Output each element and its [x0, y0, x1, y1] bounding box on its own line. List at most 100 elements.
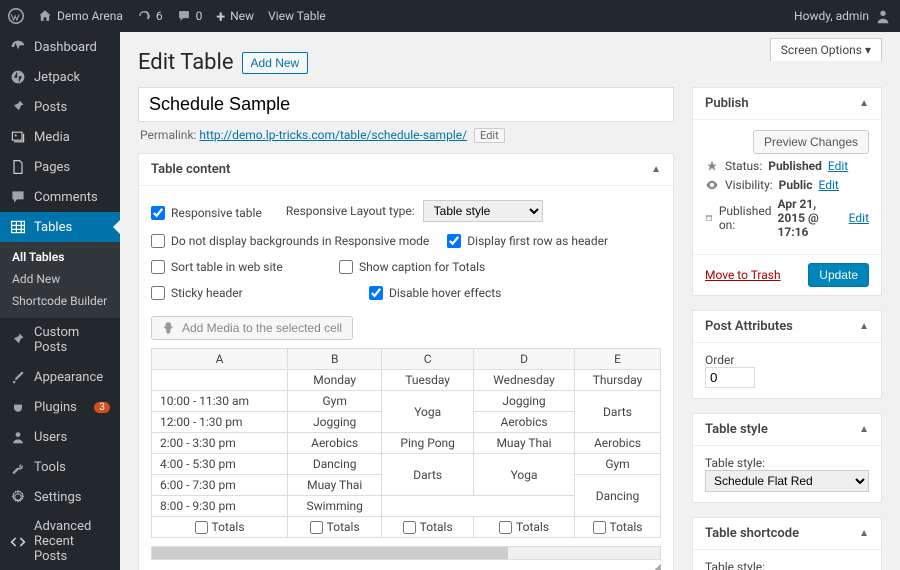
move-to-trash-link[interactable]: Move to Trash — [705, 268, 781, 282]
table-row[interactable]: 4:00 - 5:30 pmDancingDartsYogaGym — [152, 454, 661, 475]
table-style-select[interactable]: Schedule Flat Red — [705, 470, 869, 492]
view-table-link[interactable]: View Table — [268, 9, 326, 23]
sticky-header-checkbox[interactable]: Sticky header — [151, 286, 321, 300]
sidebar-item-dashboard[interactable]: Dashboard — [0, 32, 120, 62]
sidebar-item-tables[interactable]: Tables — [0, 212, 120, 242]
status-edit-link[interactable]: Edit — [828, 159, 848, 173]
plug-icon — [10, 399, 26, 415]
day-header[interactable] — [152, 370, 288, 391]
col-header[interactable]: A — [152, 349, 288, 370]
update-button[interactable]: Update — [808, 263, 869, 287]
col-header[interactable]: C — [382, 349, 474, 370]
published-row: Published on: Apr 21, 2015 @ 17:16 Edit — [705, 197, 869, 239]
sidebar-item-comments[interactable]: Comments — [0, 182, 120, 212]
sidebar-item-posts[interactable]: Posts — [0, 92, 120, 122]
no-bg-checkbox[interactable]: Do not display backgrounds in Responsive… — [151, 234, 429, 248]
horizontal-scrollbar[interactable] — [151, 546, 661, 560]
comments-link[interactable]: 0 — [177, 9, 203, 23]
totals-cell[interactable]: Totals — [474, 517, 575, 538]
permalink-url[interactable]: http://demo.lp-tricks.com/table/schedule… — [199, 128, 467, 142]
add-new-button[interactable]: Add New — [242, 52, 309, 74]
sidebar-item-settings[interactable]: Settings — [0, 482, 120, 512]
totals-cell[interactable]: Totals — [152, 517, 288, 538]
chevron-up-icon: ▲ — [651, 164, 661, 175]
totals-cell[interactable]: Totals — [575, 517, 661, 538]
sidebar-item-plugins[interactable]: Plugins3 — [0, 392, 120, 422]
responsive-table-checkbox[interactable]: Responsive table — [151, 206, 262, 220]
table-content-heading[interactable]: Table content▲ — [139, 154, 673, 186]
visibility-edit-link[interactable]: Edit — [818, 178, 838, 192]
submenu-all-tables[interactable]: All Tables — [0, 246, 120, 268]
layout-type-select[interactable]: Table style — [423, 200, 543, 222]
hover-effects-checkbox[interactable]: Disable hover effects — [369, 286, 539, 300]
sidebar-item-custom-posts[interactable]: Custom Posts — [0, 318, 120, 362]
screen-options-button[interactable]: Screen Options ▾ — [770, 38, 882, 61]
totals-cell[interactable]: Totals — [382, 517, 474, 538]
caption-totals-checkbox[interactable]: Show caption for Totals — [339, 260, 509, 274]
tables-icon — [10, 219, 26, 235]
col-header[interactable]: E — [575, 349, 661, 370]
brush-icon — [10, 369, 26, 385]
publish-box: Publish▲ Preview Changes Status: Publish… — [692, 87, 882, 296]
table-content-box: Table content▲ Responsive table Responsi… — [138, 153, 674, 570]
table-style-box: Table style▲ Table style: Schedule Flat … — [692, 413, 882, 503]
post-attributes-box: Post Attributes▲ Order — [692, 310, 882, 399]
table-row[interactable]: 2:00 - 3:30 pmAerobicsPing PongMuay Thai… — [152, 433, 661, 454]
table-row[interactable]: 10:00 - 11:30 amGymYogaJoggingDarts — [152, 391, 661, 412]
day-header[interactable]: Thursday — [575, 370, 661, 391]
order-input[interactable] — [705, 367, 755, 388]
data-table[interactable]: ABCDE MondayTuesdayWednesdayThursday10:00… — [151, 348, 661, 538]
day-header[interactable]: Monday — [288, 370, 382, 391]
resize-handle-icon[interactable]: ◢ — [151, 560, 661, 570]
wp-logo[interactable] — [8, 8, 24, 24]
table-style-heading[interactable]: Table style▲ — [693, 414, 881, 446]
user-icon — [10, 429, 26, 445]
layout-type-label: Responsive Layout type: — [286, 204, 415, 218]
calendar-icon — [705, 211, 713, 225]
page-icon — [10, 159, 26, 175]
pin-icon — [10, 99, 26, 115]
table-style-label: Table style: — [705, 456, 869, 470]
page-title: Edit Table — [138, 50, 234, 75]
pin-icon — [10, 332, 26, 348]
comment-icon — [10, 189, 26, 205]
wrench-icon — [10, 459, 26, 475]
order-label: Order — [705, 353, 869, 367]
updates-link[interactable]: 6 — [137, 9, 163, 23]
publish-heading[interactable]: Publish▲ — [693, 88, 881, 120]
sidebar-item-media[interactable]: Media — [0, 122, 120, 152]
pin-icon — [705, 159, 719, 173]
post-attributes-heading[interactable]: Post Attributes▲ — [693, 311, 881, 343]
permalink-edit-button[interactable]: Edit — [474, 128, 505, 143]
day-header[interactable]: Wednesday — [474, 370, 575, 391]
shortcode-heading[interactable]: Table shortcode▲ — [693, 518, 881, 550]
sort-table-checkbox[interactable]: Sort table in web site — [151, 260, 321, 274]
sidebar-item-users[interactable]: Users — [0, 422, 120, 452]
permalink-row: Permalink: http://demo.lp-tricks.com/tab… — [138, 122, 674, 153]
col-header[interactable]: B — [288, 349, 382, 370]
first-row-header-checkbox[interactable]: Display first row as header — [447, 234, 617, 248]
submenu-shortcode-builder[interactable]: Shortcode Builder — [0, 290, 120, 312]
jetpack-icon — [10, 69, 26, 85]
add-media-button[interactable]: Add Media to the selected cell — [151, 316, 353, 340]
sidebar-item-tools[interactable]: Tools — [0, 452, 120, 482]
post-title-input[interactable] — [138, 87, 674, 122]
day-header[interactable]: Tuesday — [382, 370, 474, 391]
eye-icon — [705, 178, 719, 192]
sidebar-item-jetpack[interactable]: Jetpack — [0, 62, 120, 92]
main-content: Screen Options ▾ Edit Table Add New Perm… — [120, 32, 900, 570]
col-header[interactable]: D — [474, 349, 575, 370]
submenu-add-new[interactable]: Add New — [0, 268, 120, 290]
site-link[interactable]: Demo Arena — [38, 9, 123, 23]
howdy-link[interactable]: Howdy, admin — [794, 7, 892, 25]
gear-icon — [10, 489, 26, 505]
new-link[interactable]: +New — [216, 7, 254, 26]
sidebar-item-advanced-recent-posts[interactable]: Advanced Recent Posts — [0, 512, 120, 570]
sidebar-item-appearance[interactable]: Appearance — [0, 362, 120, 392]
status-row: Status: Published Edit — [705, 159, 869, 173]
sidebar-item-pages[interactable]: Pages — [0, 152, 120, 182]
preview-changes-button[interactable]: Preview Changes — [753, 130, 869, 154]
totals-cell[interactable]: Totals — [288, 517, 382, 538]
date-edit-link[interactable]: Edit — [849, 211, 869, 225]
code-icon — [10, 534, 26, 550]
